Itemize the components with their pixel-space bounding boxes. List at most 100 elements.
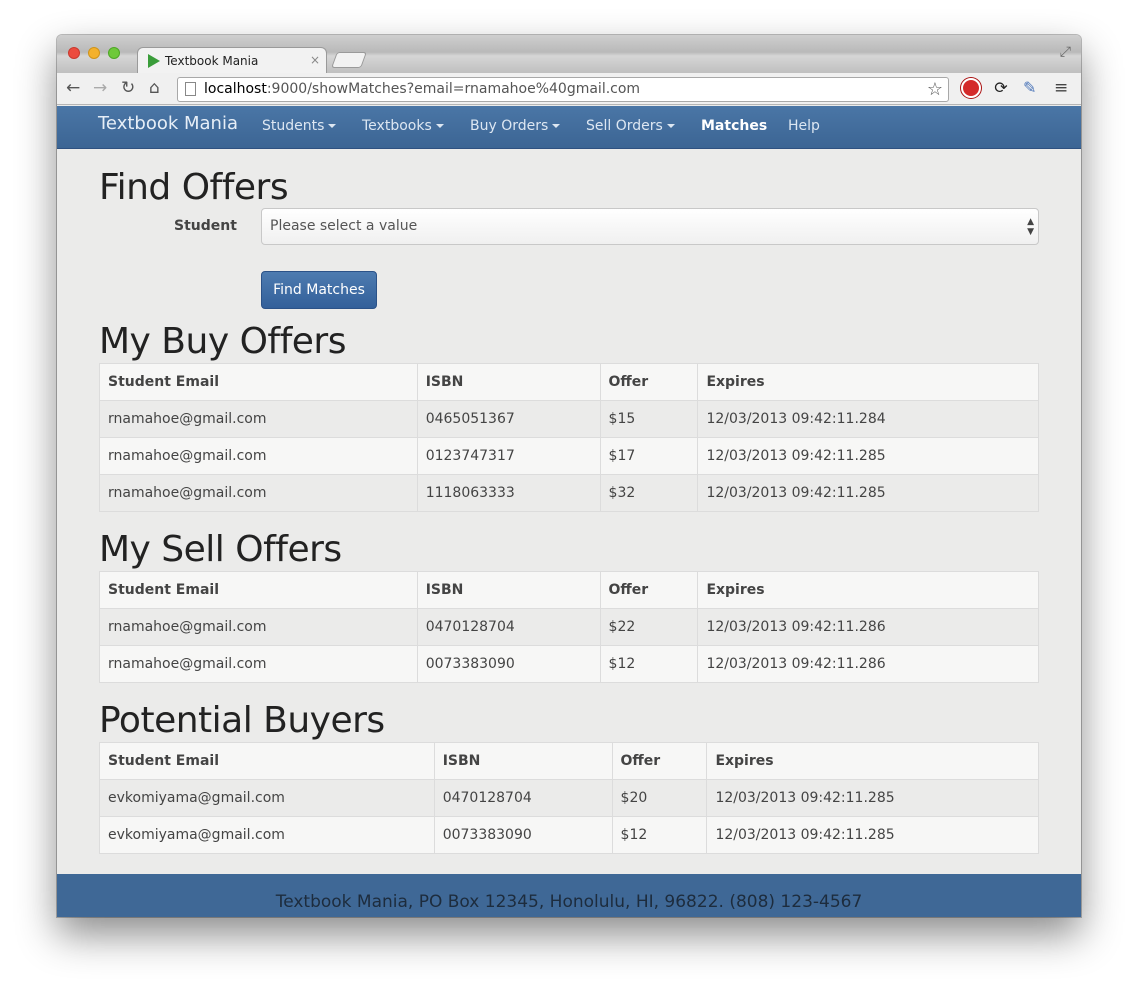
select-arrows-icon: ▲ ▼ bbox=[1027, 217, 1034, 237]
site-footer: Textbook Mania, PO Box 12345, Honolulu, … bbox=[57, 874, 1081, 917]
expires-cell: 12/03/2013 09:42:11.285 bbox=[706, 816, 1039, 854]
close-window-button[interactable] bbox=[68, 47, 80, 59]
nav-sell-orders[interactable]: Sell Orders bbox=[586, 118, 675, 134]
menu-icon[interactable]: ≡ bbox=[1054, 78, 1074, 98]
email-cell: evkomiyama@gmail.com bbox=[99, 779, 435, 817]
page-icon bbox=[185, 82, 196, 96]
brand-link[interactable]: Textbook Mania bbox=[98, 113, 238, 134]
column-header: Expires bbox=[697, 363, 1039, 401]
sync-extension-icon[interactable]: ⟳ bbox=[991, 78, 1011, 98]
caret-down-icon bbox=[666, 124, 675, 128]
nav-buy-orders-label: Buy Orders bbox=[470, 118, 549, 134]
site-navbar: Textbook Mania Students Textbooks Buy Or… bbox=[57, 106, 1081, 149]
address-bar[interactable]: localhost:9000/showMatches?email=rnamaho… bbox=[177, 77, 949, 102]
browser-tab[interactable]: Textbook Mania × bbox=[137, 47, 327, 73]
column-header: ISBN bbox=[416, 571, 601, 609]
email-cell: rnamahoe@gmail.com bbox=[99, 400, 418, 438]
email-cell: rnamahoe@gmail.com bbox=[99, 608, 418, 646]
table-row: rnamahoe@gmail.com 0470128704 $22 12/03/… bbox=[99, 608, 1039, 646]
table-row: rnamahoe@gmail.com 1118063333 $32 12/03/… bbox=[99, 474, 1039, 512]
minimize-window-button[interactable] bbox=[88, 47, 100, 59]
email-cell: rnamahoe@gmail.com bbox=[99, 437, 418, 475]
browser-toolbar: ← → ↻ ⌂ localhost:9000/showMatches?email… bbox=[57, 73, 1081, 105]
column-header: Expires bbox=[706, 742, 1039, 780]
browser-window: Textbook Mania × ⤢ ← → ↻ ⌂ localhost:900… bbox=[57, 35, 1081, 917]
nav-sell-orders-label: Sell Orders bbox=[586, 118, 663, 134]
sell-offers-table: Student Email ISBN Offer Expires rnamaho… bbox=[99, 571, 1039, 683]
eyedropper-extension-icon[interactable]: ✎ bbox=[1023, 78, 1043, 98]
expires-cell: 12/03/2013 09:42:11.285 bbox=[697, 437, 1039, 475]
potential-buyers-heading: Potential Buyers bbox=[99, 700, 385, 741]
isbn-cell: 0073383090 bbox=[433, 816, 613, 854]
offer-cell: $20 bbox=[611, 779, 708, 817]
zoom-window-button[interactable] bbox=[108, 47, 120, 59]
student-select-value: Please select a value bbox=[270, 218, 418, 234]
url-path: :9000/showMatches?email=rnamahoe%40gmail… bbox=[266, 81, 641, 97]
nav-matches[interactable]: Matches bbox=[701, 118, 767, 134]
offer-cell: $32 bbox=[599, 474, 699, 512]
offer-cell: $12 bbox=[611, 816, 708, 854]
expires-cell: 12/03/2013 09:42:11.284 bbox=[697, 400, 1039, 438]
find-matches-button[interactable]: Find Matches bbox=[261, 271, 377, 309]
forward-icon[interactable]: → bbox=[93, 78, 107, 98]
column-header: ISBN bbox=[416, 363, 601, 401]
offer-cell: $17 bbox=[599, 437, 699, 475]
nav-textbooks-label: Textbooks bbox=[362, 118, 432, 134]
table-header-row: Student Email ISBN Offer Expires bbox=[99, 571, 1039, 609]
home-icon[interactable]: ⌂ bbox=[149, 78, 160, 98]
caret-down-icon bbox=[328, 124, 337, 128]
tab-close-icon[interactable]: × bbox=[310, 53, 320, 67]
table-header-row: Student Email ISBN Offer Expires bbox=[99, 742, 1039, 780]
fullscreen-icon[interactable]: ⤢ bbox=[1060, 44, 1071, 60]
nav-help[interactable]: Help bbox=[788, 118, 820, 134]
isbn-cell: 1118063333 bbox=[416, 474, 601, 512]
potential-buyers-table: Student Email ISBN Offer Expires evkomiy… bbox=[99, 742, 1039, 854]
expires-cell: 12/03/2013 09:42:11.285 bbox=[697, 474, 1039, 512]
sell-offers-heading: My Sell Offers bbox=[99, 529, 342, 570]
isbn-cell: 0470128704 bbox=[433, 779, 613, 817]
table-header-row: Student Email ISBN Offer Expires bbox=[99, 363, 1039, 401]
isbn-cell: 0073383090 bbox=[416, 645, 601, 683]
caret-down-icon bbox=[552, 124, 561, 128]
table-row: rnamahoe@gmail.com 0465051367 $15 12/03/… bbox=[99, 400, 1039, 438]
student-label: Student bbox=[174, 218, 237, 234]
isbn-cell: 0123747317 bbox=[416, 437, 601, 475]
browser-titlebar: Textbook Mania × ⤢ bbox=[57, 35, 1081, 73]
stop-extension-icon[interactable] bbox=[961, 78, 981, 98]
table-row: rnamahoe@gmail.com 0123747317 $17 12/03/… bbox=[99, 437, 1039, 475]
nav-buy-orders[interactable]: Buy Orders bbox=[470, 118, 561, 134]
nav-students[interactable]: Students bbox=[262, 118, 337, 134]
student-select[interactable]: Please select a value ▲ ▼ bbox=[261, 208, 1039, 245]
column-header: Student Email bbox=[99, 571, 418, 609]
email-cell: evkomiyama@gmail.com bbox=[99, 816, 435, 854]
email-cell: rnamahoe@gmail.com bbox=[99, 474, 418, 512]
bookmark-star-icon[interactable]: ☆ bbox=[927, 78, 943, 101]
back-icon[interactable]: ← bbox=[66, 78, 80, 98]
isbn-cell: 0470128704 bbox=[416, 608, 601, 646]
footer-text: Textbook Mania, PO Box 12345, Honolulu, … bbox=[275, 892, 863, 912]
column-header: Offer bbox=[599, 571, 699, 609]
column-header: Offer bbox=[611, 742, 708, 780]
buy-offers-heading: My Buy Offers bbox=[99, 321, 346, 362]
url-host: localhost bbox=[204, 81, 267, 97]
nav-textbooks[interactable]: Textbooks bbox=[362, 118, 444, 134]
nav-students-label: Students bbox=[262, 118, 325, 134]
offer-cell: $15 bbox=[599, 400, 699, 438]
expires-cell: 12/03/2013 09:42:11.286 bbox=[697, 645, 1039, 683]
table-row: rnamahoe@gmail.com 0073383090 $12 12/03/… bbox=[99, 645, 1039, 683]
tab-title: Textbook Mania bbox=[165, 53, 259, 68]
column-header: Offer bbox=[599, 363, 699, 401]
table-row: evkomiyama@gmail.com 0470128704 $20 12/0… bbox=[99, 779, 1039, 817]
column-header: Student Email bbox=[99, 742, 435, 780]
caret-down-icon bbox=[435, 124, 444, 128]
expires-cell: 12/03/2013 09:42:11.285 bbox=[706, 779, 1039, 817]
offer-cell: $22 bbox=[599, 608, 699, 646]
play-icon bbox=[148, 53, 160, 68]
offer-cell: $12 bbox=[599, 645, 699, 683]
new-tab-button[interactable] bbox=[331, 52, 367, 68]
find-offers-heading: Find Offers bbox=[99, 167, 289, 208]
expires-cell: 12/03/2013 09:42:11.286 bbox=[697, 608, 1039, 646]
reload-icon[interactable]: ↻ bbox=[121, 78, 135, 98]
email-cell: rnamahoe@gmail.com bbox=[99, 645, 418, 683]
buy-offers-table: Student Email ISBN Offer Expires rnamaho… bbox=[99, 363, 1039, 512]
